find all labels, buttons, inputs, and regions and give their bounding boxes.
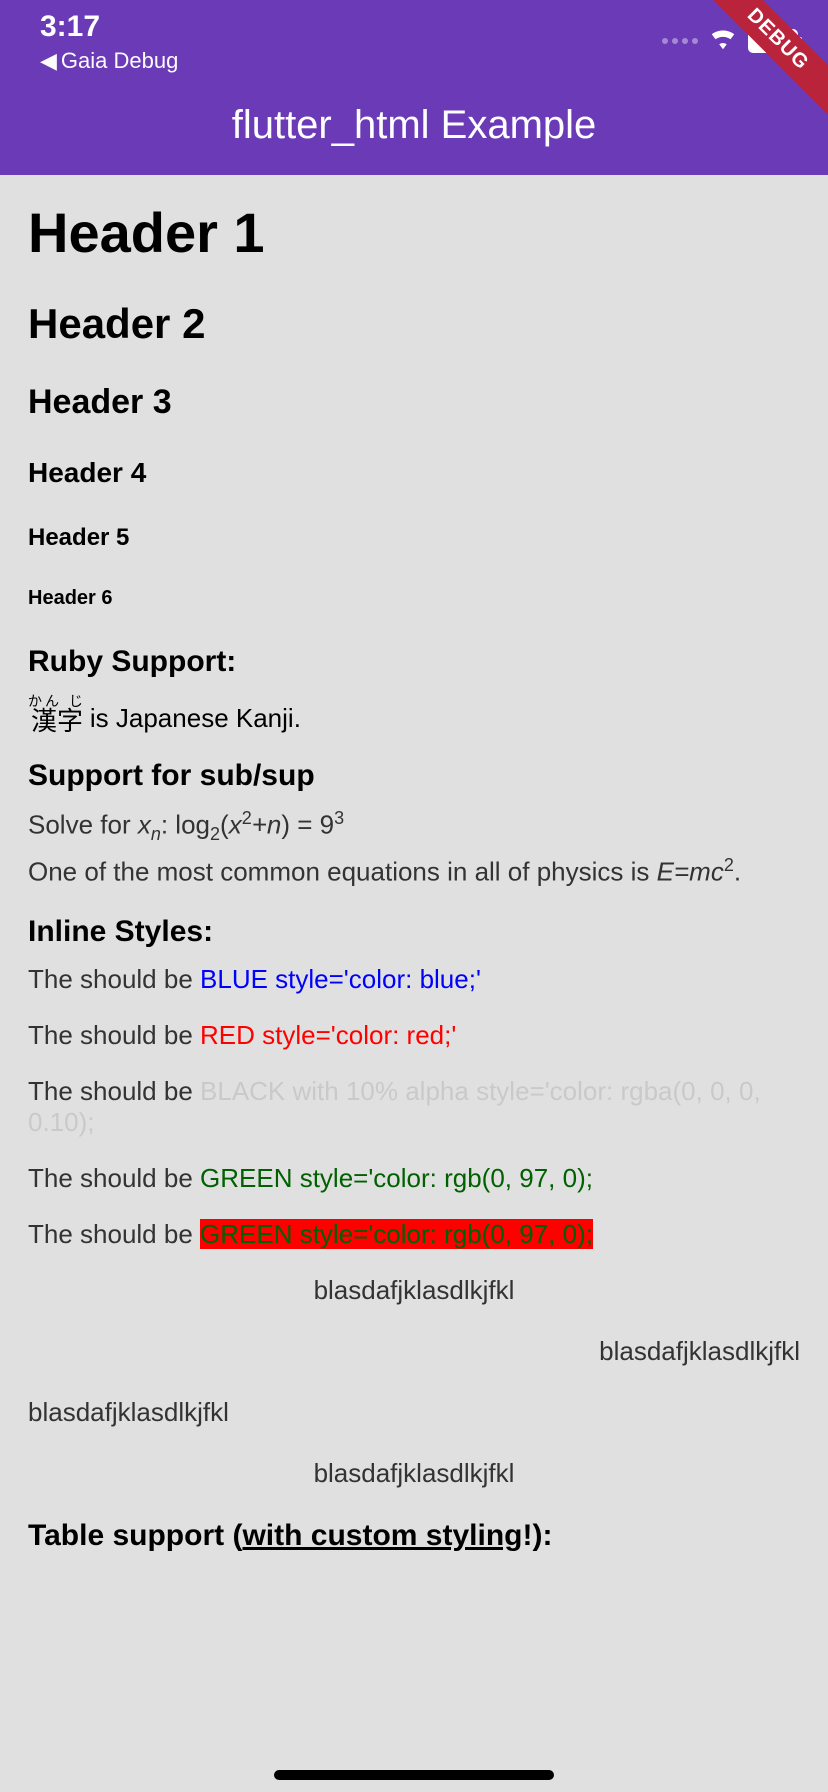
- ruby-group: かん じ 漢字: [28, 694, 86, 734]
- table-section-title: Table support (with custom styling!):: [28, 1519, 800, 1553]
- ruby-base: 漢字: [31, 708, 83, 734]
- wifi-icon: [708, 26, 738, 55]
- heading-3: Header 3: [28, 383, 800, 422]
- math-line-2: One of the most common equations in all …: [28, 853, 800, 890]
- text-align-left: blasdafjklasdlkjfkl: [28, 1397, 800, 1428]
- app-title: flutter_html Example: [232, 103, 597, 148]
- app-bar: flutter_html Example: [0, 75, 828, 175]
- inline-styles-section-title: Inline Styles:: [28, 915, 800, 949]
- back-nav-label: Gaia Debug: [61, 48, 178, 74]
- heading-4: Header 4: [28, 457, 800, 489]
- style-line-blue: The should be BLUE style='color: blue;': [28, 964, 800, 995]
- style-line-green2: The should be GREEN style='color: rgb(0,…: [28, 1219, 800, 1250]
- ruby-line: かん じ 漢字 is Japanese Kanji.: [28, 694, 800, 734]
- home-indicator[interactable]: [274, 1770, 554, 1780]
- heading-2: Header 2: [28, 300, 800, 348]
- text-align-right: blasdafjklasdlkjfkl: [28, 1336, 800, 1367]
- text-align-center: blasdafjklasdlkjfkl: [28, 1275, 800, 1306]
- status-bar: 3:17 ◀ Gaia Debug: [0, 0, 828, 75]
- style-line-red: The should be RED style='color: red;': [28, 1020, 800, 1051]
- style-line-green1: The should be GREEN style='color: rgb(0,…: [28, 1163, 800, 1194]
- cellular-icon: [662, 38, 698, 44]
- ruby-section-title: Ruby Support:: [28, 645, 800, 679]
- text-align-center-2: blasdafjklasdlkjfkl: [28, 1458, 800, 1489]
- math-line-1: Solve for xn: log2(x2+n) = 93: [28, 808, 800, 845]
- style-line-black10: The should be BLACK with 10% alpha style…: [28, 1076, 800, 1138]
- heading-5: Header 5: [28, 524, 800, 552]
- ruby-rest: is Japanese Kanji.: [90, 703, 301, 734]
- status-left: 3:17 ◀ Gaia Debug: [40, 10, 178, 74]
- back-nav[interactable]: ◀ Gaia Debug: [40, 48, 178, 74]
- subsup-section-title: Support for sub/sup: [28, 759, 800, 793]
- status-time: 3:17: [40, 10, 178, 44]
- content-body[interactable]: Header 1 Header 2 Header 3 Header 4 Head…: [0, 175, 828, 1578]
- heading-1: Header 1: [28, 200, 800, 265]
- heading-6: Header 6: [28, 587, 800, 610]
- back-chevron-icon: ◀: [40, 48, 57, 74]
